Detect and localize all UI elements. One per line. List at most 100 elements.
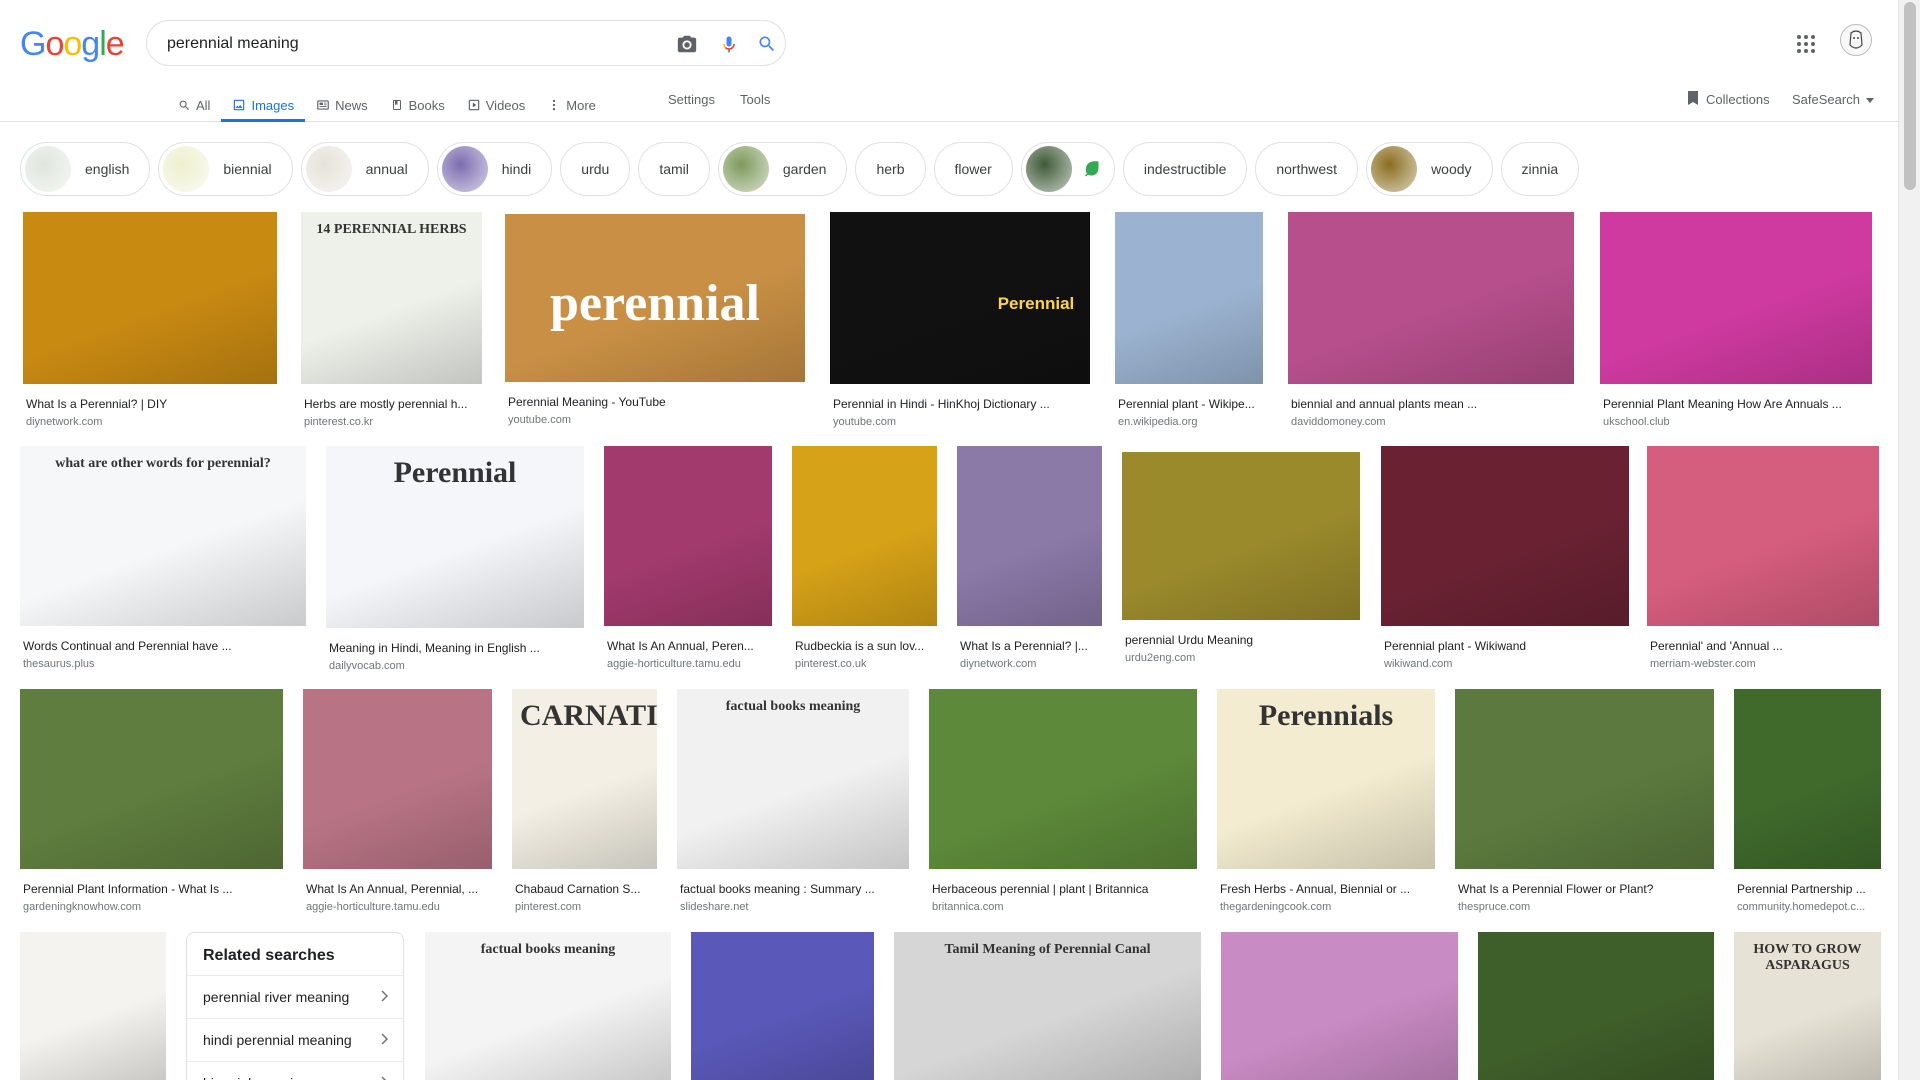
image-result[interactable]: Herbaceous perennial | plant | Britannic… — [929, 689, 1197, 913]
image-result[interactable] — [1221, 932, 1458, 1080]
image-result[interactable]: what are other words for perennial? Words… — [20, 446, 306, 670]
image-result[interactable]: 14 PERENNIAL HERBS Herbs are mostly peren… — [301, 212, 482, 428]
result-title[interactable]: Perennial' and 'Annual ... — [1650, 639, 1876, 653]
image-result[interactable]: Perennial Plant Meaning How Are Annuals … — [1600, 212, 1872, 428]
image-result[interactable]: biennial and annual plants mean ... david… — [1288, 212, 1574, 428]
image-result[interactable] — [1478, 932, 1714, 1080]
chip-garden[interactable]: garden — [717, 142, 848, 196]
chip-hindi[interactable]: hindi — [436, 142, 553, 196]
chip-english[interactable]: english — [20, 142, 151, 196]
chip-annual[interactable]: annual — [300, 142, 429, 196]
chip-zinnia[interactable]: zinnia — [1500, 142, 1580, 196]
related-search-item[interactable]: hindi perennial meaning — [187, 1019, 403, 1062]
image-result[interactable]: What Is An Annual, Perennial, ... aggie-h… — [303, 689, 492, 913]
result-title[interactable]: Herbs are mostly perennial h... — [304, 397, 479, 411]
microphone-icon[interactable] — [717, 32, 741, 56]
chevron-right-icon — [381, 1032, 389, 1048]
tab-videos[interactable]: Videos — [456, 88, 537, 122]
chip-label: tamil — [659, 161, 689, 177]
image-result[interactable] — [20, 932, 166, 1080]
logo-letter: G — [20, 25, 46, 63]
avatar[interactable] — [1840, 24, 1872, 56]
result-title[interactable]: Perennial plant - Wikipe... — [1118, 397, 1260, 411]
result-title[interactable]: factual books meaning : Summary ... — [680, 882, 906, 896]
chip-biennial[interactable]: biennial — [158, 142, 293, 196]
result-title[interactable]: Perennial Plant Information - What Is ..… — [23, 882, 280, 896]
result-title[interactable]: Perennial Plant Meaning How Are Annuals … — [1603, 397, 1869, 411]
result-title[interactable]: Chabaud Carnation S... — [515, 882, 654, 896]
image-result[interactable]: Perennial Plant Information - What Is ..… — [20, 689, 283, 913]
image-result[interactable]: factual books meaning — [425, 932, 671, 1080]
result-title[interactable]: Perennial Meaning - YouTube — [508, 395, 802, 409]
scrollbar[interactable] — [1898, 0, 1920, 1080]
google-logo[interactable]: Google — [20, 25, 125, 64]
tab-books[interactable]: Books — [379, 88, 456, 122]
image-result[interactable]: Perennial' and 'Annual ... merriam-webste… — [1647, 446, 1879, 670]
image-result[interactable]: Perennial Partnership ... community.homed… — [1734, 689, 1881, 913]
tab-news[interactable]: News — [305, 88, 379, 122]
result-title[interactable]: What Is a Perennial? | DIY — [26, 397, 274, 411]
image-result[interactable]: factual books meaning factual books meani… — [677, 689, 909, 913]
tools-link[interactable]: Tools — [740, 88, 770, 110]
image-result[interactable]: What Is a Perennial Flower or Plant? thes… — [1455, 689, 1714, 913]
chip-indestructible[interactable]: indestructible — [1122, 142, 1248, 196]
result-source: gardeningknowhow.com — [23, 901, 142, 913]
image-result[interactable]: perennial Urdu Meaning urdu2eng.com — [1122, 452, 1360, 664]
result-title[interactable]: What Is a Perennial? |... — [960, 639, 1099, 653]
image-result[interactable]: What Is a Perennial? | DIY diynetwork.com — [23, 212, 277, 428]
chip-northwest[interactable]: northwest — [1255, 142, 1359, 196]
chip-herb[interactable]: herb — [855, 142, 926, 196]
result-thumbnail: Tamil Meaning of Perennial Canal — [894, 932, 1201, 1080]
result-title[interactable]: Perennial plant - Wikiwand — [1384, 639, 1626, 653]
result-title[interactable]: Perennial Partnership ... — [1737, 882, 1878, 896]
image-result[interactable]: HOW TO GROW ASPARAGUS — [1734, 932, 1881, 1080]
related-search-item[interactable]: perennial river meaning — [187, 976, 403, 1019]
image-result[interactable]: What Is An Annual, Peren... aggie-horticu… — [604, 446, 772, 670]
result-title[interactable]: Fresh Herbs - Annual, Biennial or ... — [1220, 882, 1432, 896]
image-result[interactable]: Perennial plant - Wikiwand wikiwand.com — [1381, 446, 1629, 670]
book-icon — [390, 98, 404, 112]
safesearch-dropdown[interactable]: SafeSearch — [1792, 88, 1874, 110]
result-thumbnail: Perennial — [326, 446, 584, 628]
image-result[interactable]: What Is a Perennial? |... diynetwork.com — [957, 446, 1102, 670]
scrollbar-thumb[interactable] — [1904, 2, 1916, 190]
image-result[interactable]: Rudbeckia is a sun lov... pinterest.co.uk — [792, 446, 937, 670]
chip-thumbnail — [1025, 146, 1072, 192]
result-source: thespruce.com — [1458, 901, 1531, 913]
result-title[interactable]: Rudbeckia is a sun lov... — [795, 639, 934, 653]
image-result[interactable]: perennial Perennial Meaning - YouTube yout… — [505, 214, 805, 426]
image-result[interactable] — [691, 932, 874, 1080]
image-result[interactable]: Perennial Meaning in Hindi, Meaning in En… — [326, 446, 584, 672]
result-title[interactable]: Perennial in Hindi - HinKhoj Dictionary … — [833, 397, 1087, 411]
result-title[interactable]: Words Continual and Perennial have ... — [23, 639, 303, 653]
chip-urdu[interactable]: urdu — [560, 142, 631, 196]
camera-icon[interactable] — [675, 32, 699, 56]
result-title[interactable]: What Is a Perennial Flower or Plant? — [1458, 882, 1711, 896]
image-result[interactable]: Perennials Fresh Herbs - Annual, Biennial… — [1217, 689, 1435, 913]
result-title[interactable]: What Is An Annual, Perennial, ... — [306, 882, 489, 896]
tab-all[interactable]: All — [166, 88, 221, 122]
result-title[interactable]: What Is An Annual, Peren... — [607, 639, 769, 653]
image-result[interactable]: Perennial plant - Wikipe... en.wikipedia.… — [1115, 212, 1263, 428]
chip-tamil[interactable]: tamil — [638, 142, 710, 196]
apps-grid-icon[interactable] — [1794, 32, 1818, 56]
settings-link[interactable]: Settings — [668, 88, 715, 110]
related-search-item[interactable]: biennial meaning — [187, 1062, 403, 1080]
result-source: diynetwork.com — [26, 416, 103, 428]
search-icon[interactable] — [755, 32, 779, 56]
result-title[interactable]: Meaning in Hindi, Meaning in English ... — [329, 641, 581, 655]
search-icon — [177, 98, 191, 112]
chip-woody[interactable]: woody — [1366, 142, 1493, 196]
image-result[interactable]: Tamil Meaning of Perennial Canal — [894, 932, 1201, 1080]
image-result[interactable]: CARNATION Chabaud Carnation S... pinterest… — [512, 689, 657, 913]
search-input[interactable] — [167, 32, 647, 56]
tab-images[interactable]: Images — [221, 88, 305, 122]
collections-link[interactable]: Collections — [1686, 88, 1770, 110]
result-title[interactable]: Herbaceous perennial | plant | Britannic… — [932, 882, 1194, 896]
result-title[interactable]: perennial Urdu Meaning — [1125, 633, 1357, 647]
result-title[interactable]: biennial and annual plants mean ... — [1291, 397, 1571, 411]
tab-more[interactable]: More — [536, 88, 607, 122]
chip-thumbnail[interactable] — [1020, 142, 1115, 196]
image-result[interactable]: Perennial Perennial in Hindi - HinKhoj Di… — [830, 212, 1090, 428]
chip-flower[interactable]: flower — [933, 142, 1013, 196]
